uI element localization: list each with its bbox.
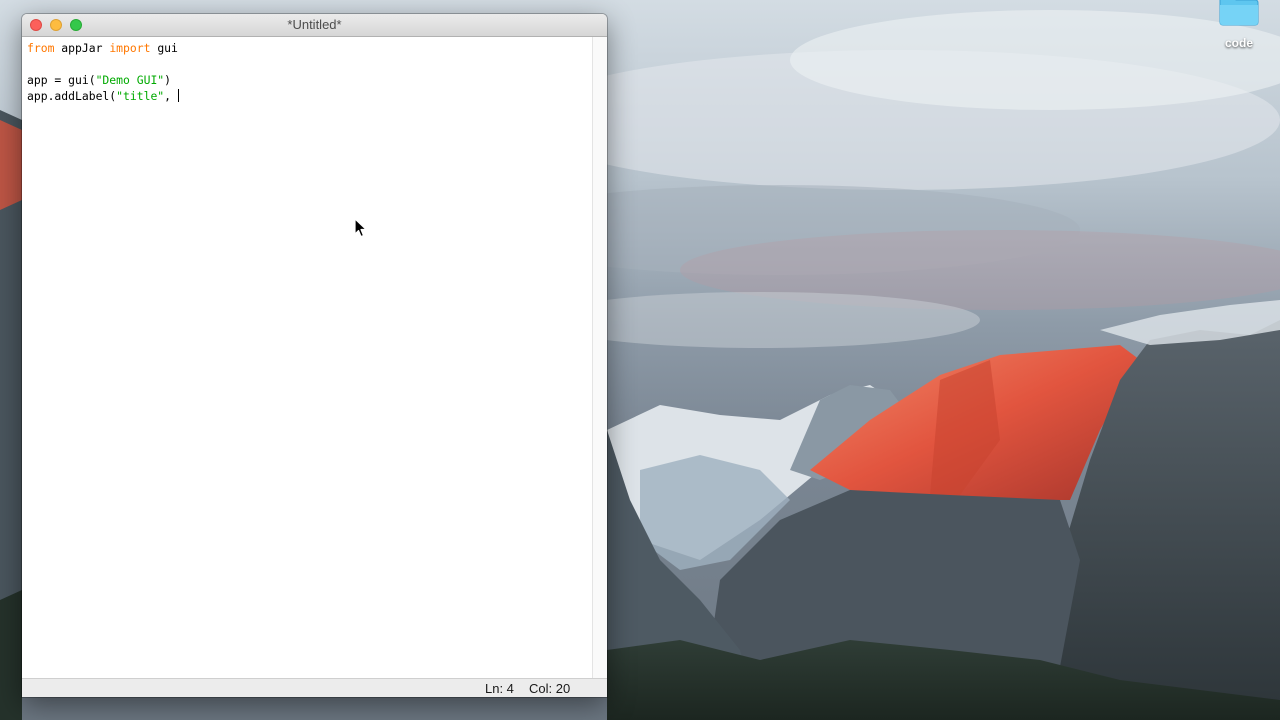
code-line[interactable]: from appJar import gui bbox=[27, 40, 179, 56]
code-token-plain: , bbox=[164, 89, 178, 103]
desktop-folder-code[interactable]: code bbox=[1210, 0, 1268, 54]
window-titlebar[interactable]: *Untitled* bbox=[22, 14, 607, 37]
code-token-string: "title" bbox=[116, 89, 165, 103]
code-line[interactable]: app = gui("Demo GUI") bbox=[27, 72, 179, 88]
code-line[interactable] bbox=[27, 56, 179, 72]
code-token-plain: gui bbox=[150, 41, 178, 55]
code-token-string: "Demo GUI" bbox=[95, 73, 165, 87]
zoom-button[interactable] bbox=[70, 19, 82, 31]
code-line[interactable]: app.addLabel("title", bbox=[27, 88, 179, 104]
status-line-number: Ln: 4 bbox=[485, 681, 514, 696]
code-token-plain: ) bbox=[164, 73, 172, 87]
code-editor[interactable]: from appJar import gui app = gui("Demo G… bbox=[22, 37, 592, 678]
minimize-button[interactable] bbox=[50, 19, 62, 31]
folder-icon bbox=[1219, 0, 1259, 26]
status-bar: Ln: 4 Col: 20 bbox=[22, 678, 607, 697]
folder-label: code bbox=[1224, 36, 1253, 50]
code-token-plain: app = gui( bbox=[27, 73, 96, 87]
close-button[interactable] bbox=[30, 19, 42, 31]
mouse-pointer-icon bbox=[354, 218, 367, 238]
code-text[interactable]: from appJar import gui app = gui("Demo G… bbox=[27, 40, 179, 104]
editor-window: *Untitled* from appJar import gui app = … bbox=[22, 14, 607, 697]
code-token-plain: appJar bbox=[54, 41, 110, 55]
code-token-plain: app.addLabel( bbox=[27, 89, 117, 103]
text-caret bbox=[177, 89, 179, 102]
status-column-number: Col: 20 bbox=[529, 681, 571, 696]
code-token-keyword: import bbox=[109, 41, 151, 55]
code-token-keyword: from bbox=[27, 41, 55, 55]
window-title: *Untitled* bbox=[287, 17, 342, 32]
vertical-scrollbar[interactable] bbox=[592, 37, 607, 678]
